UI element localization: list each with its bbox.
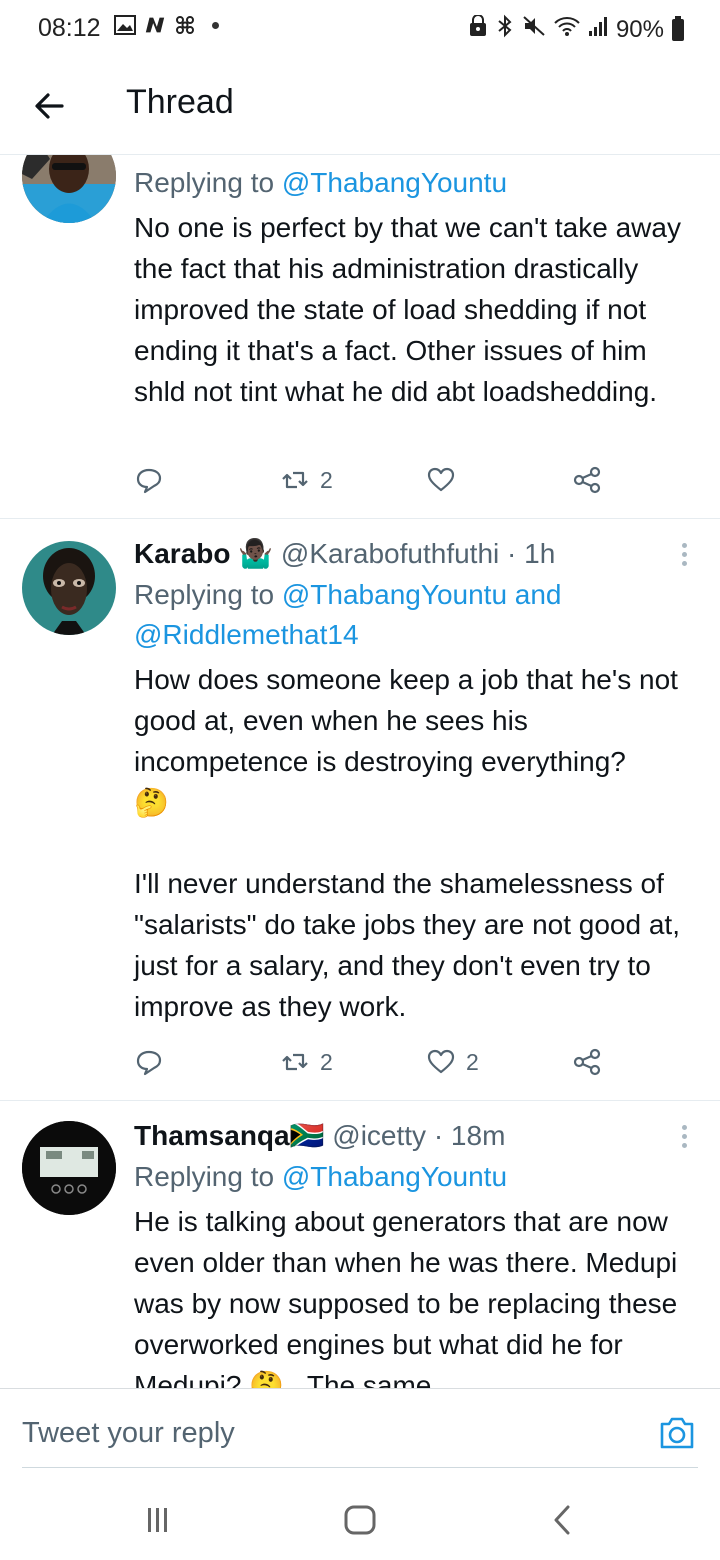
avatar[interactable] — [22, 155, 116, 223]
clock: 08:12 — [38, 14, 101, 42]
like-button[interactable] — [426, 465, 456, 495]
tweet-item[interactable]: Karabo 🤷🏿‍♂️ @Karabofuthfuthi · 1h Reply… — [0, 519, 720, 1101]
wifi-icon — [554, 15, 580, 44]
camera-icon — [660, 1417, 694, 1449]
reply-button[interactable] — [134, 1047, 164, 1077]
battery-icon — [672, 15, 684, 41]
reply-button[interactable] — [134, 465, 164, 495]
image-icon — [114, 14, 136, 36]
dot-icon — [212, 21, 219, 29]
retweet-icon — [282, 471, 308, 489]
replying-to: Replying to @ThabangYountu — [134, 1161, 508, 1192]
thread-feed[interactable]: Replying to @ThabangYountu No one is per… — [0, 155, 720, 1388]
handle[interactable]: @icetty — [332, 1120, 426, 1151]
mute-icon — [522, 15, 546, 44]
like-count: 2 — [466, 1048, 479, 1075]
tweet-text: He is talking about generators that are … — [134, 1206, 686, 1388]
recent-apps-icon — [148, 1508, 167, 1532]
camera-button[interactable] — [658, 1415, 696, 1451]
timestamp: · 1h — [507, 538, 556, 569]
back-nav-button[interactable] — [542, 1502, 582, 1538]
tweet-emoji: 🤔 — [134, 787, 169, 818]
battery-percent: 90% — [615, 15, 664, 43]
display-name[interactable]: Thamsanqa — [134, 1120, 290, 1151]
display-name[interactable]: Karabo — [134, 538, 230, 569]
tweet-meta: Thamsanqa🇿🇦 @icetty · 18m — [134, 1115, 692, 1157]
retweet-button[interactable]: 2 — [280, 1047, 333, 1077]
handle[interactable]: @Karabofuthfuthi — [281, 538, 499, 569]
reply-icon — [136, 468, 162, 494]
avatar[interactable] — [22, 1121, 116, 1215]
tweet-actions: 2 — [134, 465, 604, 505]
tweet-text: No one is perfect by that we can't take … — [134, 212, 689, 407]
retweet-count: 2 — [320, 466, 333, 493]
share-button[interactable] — [572, 1047, 602, 1077]
name-emoji: 🤷🏿‍♂️ — [238, 538, 274, 569]
timestamp: · 18m — [433, 1120, 506, 1151]
home-icon — [344, 1505, 376, 1535]
flag-emoji: 🇿🇦 — [289, 1120, 325, 1151]
home-button[interactable] — [340, 1502, 380, 1538]
like-button[interactable]: 2 — [426, 1047, 479, 1077]
avatar[interactable] — [22, 541, 116, 635]
mention-link[interactable]: @ThabangYountu — [282, 1161, 507, 1192]
reply-icon — [136, 1050, 162, 1076]
bluetooth-icon — [496, 14, 514, 45]
back-button[interactable] — [30, 86, 70, 126]
retweet-button[interactable]: 2 — [280, 465, 333, 495]
tweet-actions: 2 2 — [134, 1047, 604, 1087]
tweet-item[interactable]: Thamsanqa🇿🇦 @icetty · 18m Replying to @T… — [0, 1101, 720, 1388]
heart-icon — [427, 467, 455, 492]
n-app-icon — [144, 14, 166, 36]
chevron-left-icon — [554, 1505, 570, 1535]
mention-link[interactable]: @Riddlemethat14 — [134, 619, 359, 650]
replying-to: Replying to @ThabangYountu and @Riddleme… — [134, 579, 562, 650]
heart-icon — [427, 1049, 455, 1074]
share-button[interactable] — [572, 465, 602, 495]
system-nav-bar — [0, 1478, 720, 1560]
retweet-icon — [282, 1053, 308, 1071]
reply-input[interactable]: Tweet your reply — [22, 1417, 235, 1450]
tweet-item[interactable]: Replying to @ThabangYountu No one is per… — [0, 155, 720, 519]
recent-apps-button[interactable] — [138, 1502, 178, 1538]
share-icon — [573, 466, 601, 494]
share-icon — [573, 1048, 601, 1076]
status-bar: 08:12 90% — [0, 0, 720, 58]
thread-header: Thread — [0, 58, 720, 155]
page-title: Thread — [126, 83, 234, 121]
mention-link[interactable]: @ThabangYountu and — [282, 579, 562, 610]
pinwheel-icon — [174, 14, 196, 36]
signal-icon — [588, 15, 608, 44]
reply-composer: Tweet your reply — [0, 1388, 720, 1479]
tweet-meta: Karabo 🤷🏿‍♂️ @Karabofuthfuthi · 1h — [134, 533, 692, 575]
tweet-text: How does someone keep a job that he's no… — [134, 664, 686, 777]
mention-link[interactable]: @ThabangYountu — [282, 167, 507, 198]
replying-to: Replying to @ThabangYountu — [134, 167, 508, 198]
arrow-left-icon — [35, 93, 64, 119]
tweet-text: I'll never understand the shamelessness … — [134, 868, 688, 1022]
lock-icon — [468, 14, 488, 44]
retweet-count: 2 — [320, 1048, 333, 1075]
